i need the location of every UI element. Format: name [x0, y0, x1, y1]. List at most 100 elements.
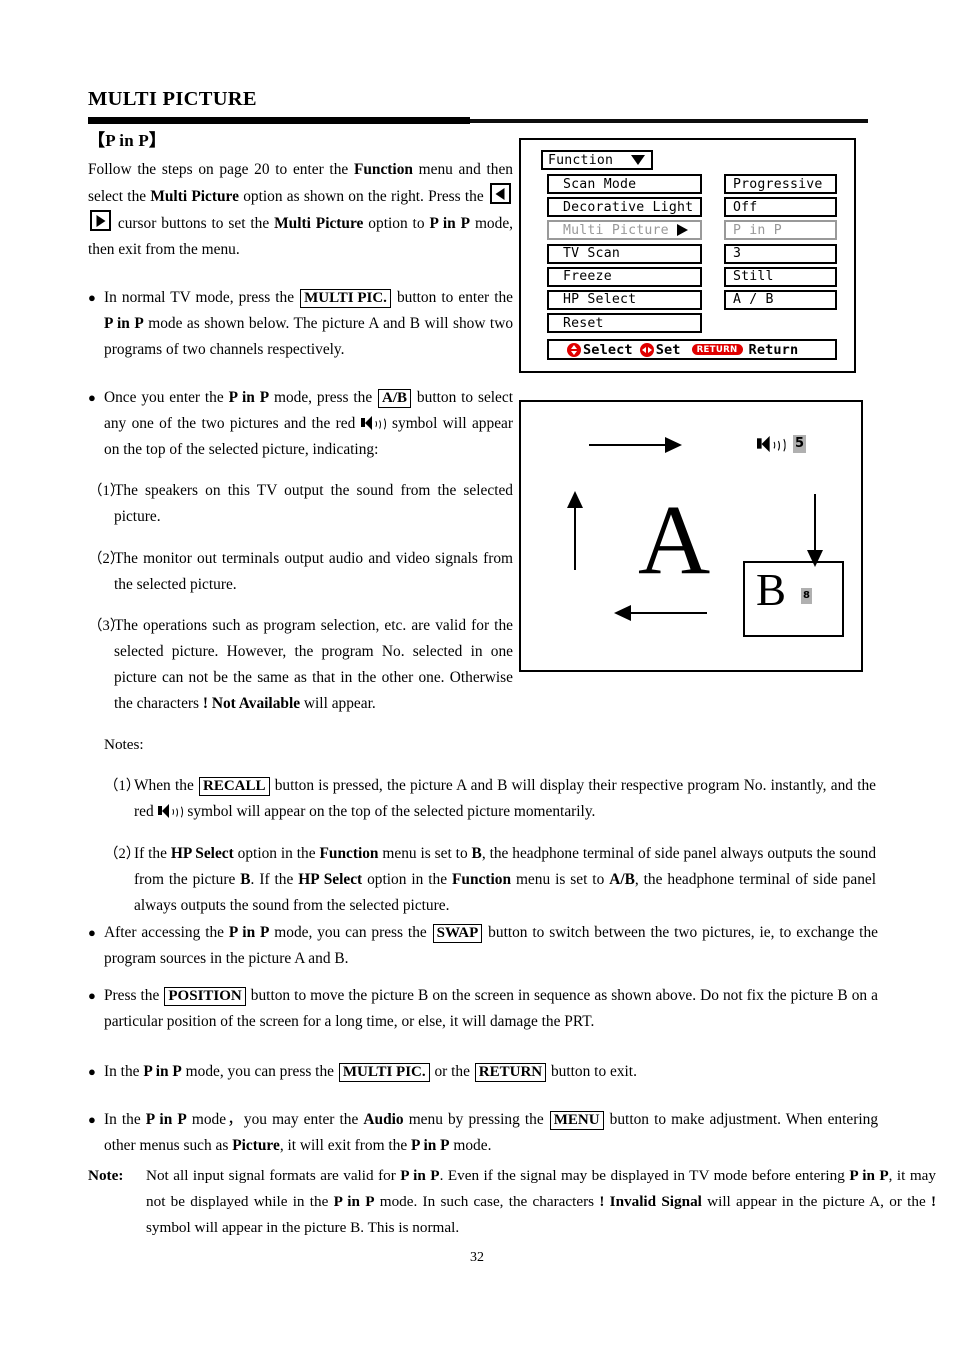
note2-t6: option in the [362, 870, 452, 888]
arrow-right-head-icon [665, 437, 682, 453]
intro-text-c: option as shown on the right. Press the [238, 188, 488, 205]
audio-post: mode. [449, 1137, 492, 1155]
chevron-right-icon [677, 224, 688, 237]
exit-post: button to exit. [547, 1063, 637, 1081]
arrow-left-shaft [631, 612, 707, 615]
fn-p6: symbol will appear in the picture B. Thi… [146, 1219, 460, 1236]
list-item-3-tail: will appear. [300, 695, 376, 713]
return-pill-icon: RETURN [691, 344, 743, 355]
note1-text-tail: symbol will appear on the top of the sel… [183, 803, 596, 821]
key-ab[interactable]: A/B [378, 389, 412, 408]
osd-value-decorative-light[interactable]: Off [724, 197, 837, 218]
note2-b6: Function [452, 870, 512, 888]
left-text-column: 【P in P】 Follow the steps on page 20 to … [88, 126, 513, 733]
key-multi-pic[interactable]: MULTI PIC. [300, 289, 391, 308]
note2-t5: . If the [250, 870, 299, 888]
note2-b3: B [471, 844, 482, 862]
key-multi-pic[interactable]: MULTI PIC. [338, 1063, 430, 1083]
arrow-right-shaft [589, 444, 665, 447]
note2-b1: HP Select [170, 844, 234, 862]
osd-value-label: P in P [733, 222, 782, 238]
chevron-down-icon [631, 155, 645, 165]
picture-b-box: B 8 [743, 561, 844, 637]
osd-row: Scan Mode Progressive [547, 174, 837, 194]
osd-option-multi-picture[interactable]: Multi Picture [547, 220, 702, 241]
key-return[interactable]: RETURN [474, 1063, 547, 1083]
osd-option-tv-scan[interactable]: TV Scan [547, 243, 702, 264]
bullet-audio-row: ● In the P in P mode，you may enter the Au… [88, 1107, 878, 1159]
page-title: MULTI PICTURE [88, 88, 257, 110]
bullet-swap-row: ● After accessing the P in P mode, you ca… [88, 920, 878, 972]
pinp-diagram: A 5 B 8 [519, 400, 863, 672]
note1-text-pre: When the [134, 777, 198, 795]
exit-pre: In the [104, 1063, 144, 1081]
list-item-3: （3） The operations such as program select… [88, 613, 513, 717]
bullet-exit-row: ● In the P in P mode, you can press the M… [88, 1059, 878, 1085]
intro-bold-function: Function [353, 161, 413, 178]
osd-option-decorative-light[interactable]: Decorative Light [547, 197, 702, 218]
set-leftright-icon [639, 342, 654, 357]
osd-option-label: Reset [563, 315, 604, 331]
note-item-1: （1） When the RECALL button is pressed, th… [104, 773, 876, 825]
notes-heading: Notes: [104, 736, 144, 753]
picture-a-letter: A [638, 484, 711, 595]
bullet-dot-icon: ● [88, 1064, 96, 1080]
osd-option-label: Scan Mode [563, 176, 637, 192]
manual-page: MULTI PICTURE 【P in P】 Follow the steps … [0, 0, 954, 1351]
osd-option-freeze[interactable]: Freeze [547, 266, 702, 287]
osd-option-reset[interactable]: Reset [547, 313, 702, 334]
cursor-left-icon[interactable] [489, 183, 511, 204]
key-recall[interactable]: RECALL [199, 777, 270, 797]
osd-return-label: Return [748, 341, 799, 358]
osd-row: HP Select A / B [547, 289, 837, 310]
exit-bold: P in P [143, 1063, 182, 1081]
note2-b2: Function [319, 844, 379, 862]
note2-t7: menu is set to [511, 870, 610, 888]
key-menu[interactable]: MENU [549, 1111, 604, 1131]
fn-b5: ! [930, 1193, 937, 1210]
fn-b3: P in P [333, 1193, 375, 1210]
speaker-icon [157, 804, 184, 820]
bullet-position: ● Press the POSITION button to move the p… [88, 968, 878, 1051]
osd-value-tv-scan[interactable]: 3 [724, 243, 837, 264]
fn-b2: P in P [849, 1167, 889, 1184]
osd-option-label: HP Select [563, 292, 637, 308]
osd-option-hp-select[interactable]: HP Select [547, 289, 702, 310]
bullet-position-row: ● Press the POSITION button to move the p… [88, 983, 878, 1035]
pos-pre: Press the [104, 987, 164, 1005]
bullet-dot-icon: ● [88, 988, 96, 1004]
note2-b4: B [240, 870, 251, 888]
list-number: （1） [104, 778, 141, 795]
osd-value-freeze[interactable]: Still [724, 266, 837, 287]
osd-value-scan-mode[interactable]: Progressive [724, 174, 837, 194]
fn-b4: ! Invalid Signal [599, 1193, 702, 1210]
bullet-dot-icon: ● [88, 390, 96, 405]
b1-text-tail: mode as shown below. The picture A and B… [104, 315, 514, 358]
osd-value-hp-select[interactable]: A / B [724, 289, 837, 310]
bullet-dot-icon: ● [88, 925, 96, 941]
b1-text-pre: In normal TV mode, press the [104, 289, 300, 306]
arrow-left-head-icon [614, 605, 631, 621]
list-number: （1） [88, 483, 125, 500]
final-note-label: Note: [88, 1167, 124, 1184]
osd-option-label: Multi Picture [563, 222, 669, 238]
picture-b-program-number: 8 [801, 588, 812, 604]
intro-text-a: Follow the steps on page 20 to enter the [88, 161, 354, 178]
osd-value-label: 3 [733, 246, 742, 262]
b2-text-pre: Once you enter the [104, 389, 229, 406]
osd-row: Multi Picture P in P [547, 220, 837, 241]
key-position[interactable]: POSITION [164, 987, 246, 1007]
audio-b3: Picture [232, 1137, 280, 1155]
swap-bold: P in P [228, 924, 270, 942]
osd-value-multi-picture[interactable]: P in P [724, 220, 837, 241]
cursor-right-icon[interactable] [90, 210, 111, 231]
audio-mid4: , it will exit from the [279, 1137, 412, 1155]
exit-mid2: or the [430, 1063, 474, 1081]
intro-bold-multipicture: Multi Picture [150, 188, 239, 205]
picture-a-program-number: 5 [793, 435, 806, 453]
section-subheading: 【P in P】 [88, 131, 167, 150]
key-swap[interactable]: SWAP [432, 924, 483, 944]
arrow-up-head-icon [567, 491, 583, 508]
osd-option-scan-mode[interactable]: Scan Mode [547, 174, 702, 194]
osd-menu-title[interactable]: Function [541, 150, 653, 170]
